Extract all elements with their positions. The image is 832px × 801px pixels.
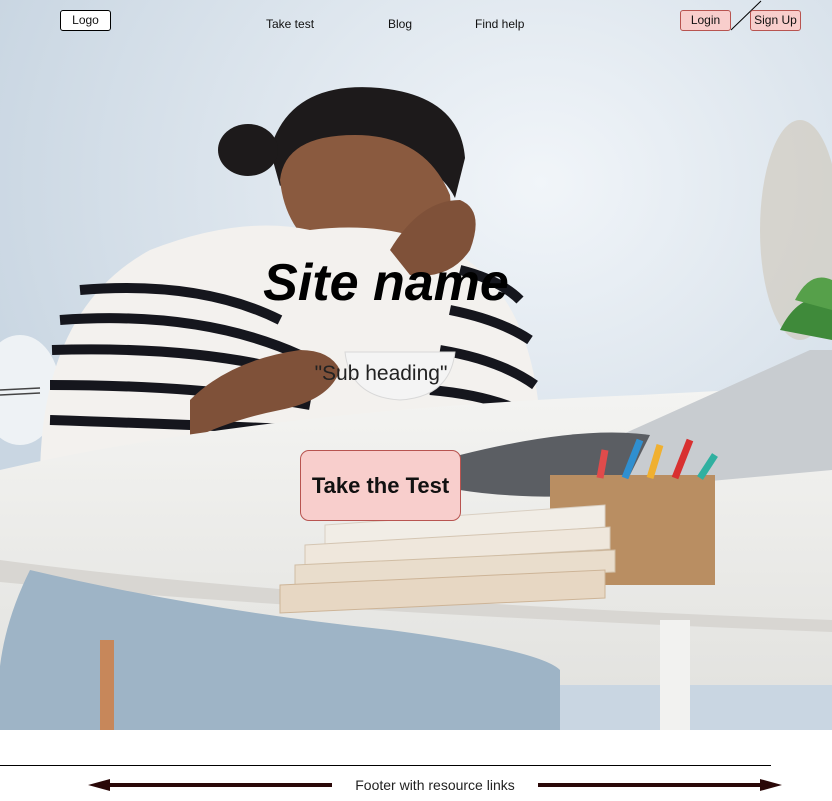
nav-link-take-test[interactable]: Take test: [266, 17, 314, 31]
footer-resource-links[interactable]: Footer with resource links: [340, 777, 530, 793]
site-name-heading: Site name: [263, 254, 509, 312]
nav-link-blog[interactable]: Blog: [388, 17, 412, 31]
arrow-right-icon: [538, 779, 782, 791]
sub-heading: "Sub heading": [314, 362, 448, 385]
login-button[interactable]: Login: [680, 10, 731, 31]
nav-link-find-help[interactable]: Find help: [475, 17, 524, 31]
logo-placeholder[interactable]: Logo: [60, 10, 111, 31]
footer-divider: [0, 765, 771, 766]
arrow-left-icon: [88, 779, 332, 791]
landing-page: Logo Take test Blog Find help Login Sign…: [0, 0, 832, 801]
signup-button[interactable]: Sign Up: [750, 10, 801, 31]
take-the-test-button[interactable]: Take the Test: [300, 450, 461, 521]
